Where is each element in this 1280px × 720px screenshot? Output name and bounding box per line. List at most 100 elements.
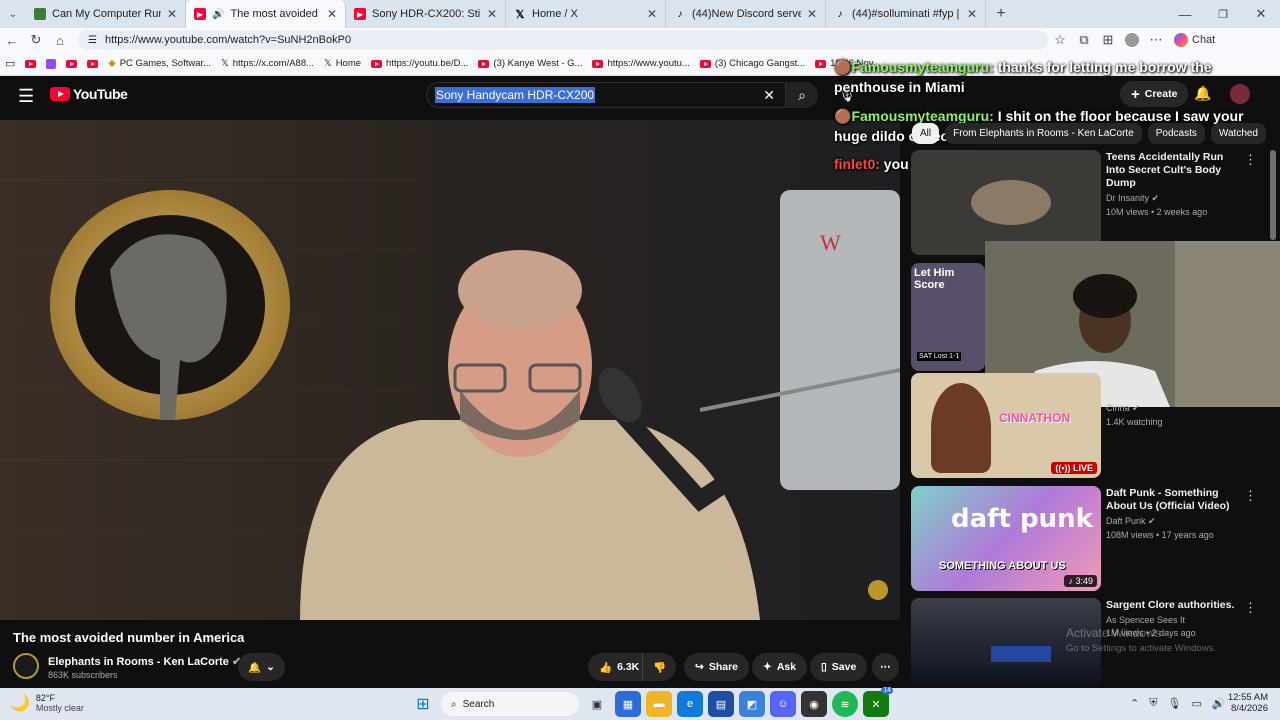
rec-info-2[interactable]: Cinna ✔ 1.4K watching [1106,403,1163,427]
tab-1-active[interactable]: ▶ 🔊 The most avoided number in ✕ [186,0,346,28]
close-tab-icon[interactable]: ✕ [167,7,177,21]
bookmark-yt-2[interactable] [61,59,82,68]
bookmark-6[interactable]: (3) Chicago Gangst... [695,58,810,69]
close-tab-icon[interactable]: ✕ [647,7,657,21]
refresh-icon[interactable]: ↻ [24,28,48,52]
rec-more-icon[interactable]: ⋮ [1244,152,1257,168]
tab-actions-icon[interactable]: ⌄ [0,2,26,26]
restore-icon[interactable]: ❐ [1204,2,1242,26]
file-explorer-icon[interactable]: ▬ [646,691,672,717]
bookmark-label: PC Games, Softwar... [119,58,212,69]
bookmark-menu-icon[interactable]: ▭ [0,57,20,70]
rec-thumbnail-2[interactable]: CINNATHON ((•)) LIVE [911,373,1101,478]
bookmark-twitch[interactable] [41,58,61,69]
close-tab-icon[interactable]: ✕ [487,7,497,21]
discord-icon[interactable]: ☺ [770,691,796,717]
tab-4[interactable]: ♪ (44)New Discord server in bio btw ✕ [666,0,826,28]
clear-search-icon[interactable]: ✕ [763,87,775,104]
share-button[interactable]: ↪ Share [684,653,749,681]
mic-icon[interactable]: 🎙 [1167,697,1181,710]
dislike-button[interactable]: 👎 [642,653,677,681]
xbox-icon[interactable]: ✕ 14 [863,687,893,717]
security-icon[interactable]: ⛨ [1149,697,1157,710]
windows-start-icon[interactable]: ⊞ [410,691,436,717]
search-button[interactable]: ⌕ [786,82,818,108]
app-icon[interactable]: ◉ [801,691,827,717]
chip-from-channel[interactable]: From Elephants in Rooms - Ken LaCorte [945,123,1142,144]
bookmark-0[interactable]: ◆ PC Games, Softwar... [103,58,216,69]
minimize-icon[interactable]: — [1166,2,1204,26]
chip-podcasts[interactable]: Podcasts [1147,123,1205,144]
bookmark-icon: ▯ [821,661,827,673]
url-field[interactable]: ☰ https://www.youtube.com/watch?v=SuNH2n… [78,30,1048,50]
live-badge: ((•)) LIVE [1051,462,1097,474]
site-info-icon[interactable]: ☰ [88,35,97,46]
subscription-bell-button[interactable]: 🔔 ⌄ [238,653,285,681]
profile-avatar[interactable] [1120,28,1144,52]
bookmark-1[interactable]: 𝕏https://x.com/A88... [216,58,319,69]
rec-info-3[interactable]: Daft Punk - Something About Us (Official… [1106,487,1241,540]
display-icon[interactable]: ▭ [1191,697,1201,710]
thumb-overlay: SAT Lost 1-1 [917,352,962,361]
ask-button[interactable]: ✦ Ask [752,653,808,681]
video-player[interactable]: W [0,120,900,620]
more-actions-button[interactable]: ⋯ [872,653,899,681]
bookmark-5[interactable]: https://www.youtu... [587,58,694,69]
edge-icon[interactable]: e [677,691,703,717]
chip-watched[interactable]: Watched [1210,123,1266,144]
verified-icon: ✔ [1151,193,1160,203]
subscriber-count: 863K subscribers [48,670,118,680]
task-view-icon[interactable]: ▣ [584,691,610,717]
speaker-icon[interactable]: 🔊 [212,9,224,20]
rec-thumbnail-0[interactable] [911,150,1101,255]
close-tab-icon[interactable]: ✕ [327,7,337,21]
favorite-star-icon[interactable]: ☆ [1048,28,1072,52]
rec-thumbnail-1[interactable]: Let Him Score SAT Lost 1-1 [911,263,985,371]
youtube-logo[interactable]: YouTube [50,86,128,102]
bookmark-yt-1[interactable] [20,59,41,68]
rec-thumbnail-3[interactable]: daft punk SOMETHING ABOUT US ♪ 3:49 [911,486,1101,591]
bookmark-yt-3[interactable] [82,59,103,68]
bookmark-4[interactable]: (3) Kanye West - G... [473,58,587,69]
more-icon[interactable]: ⋯ [1144,28,1168,52]
share-icon: ↪ [695,661,704,673]
close-window-icon[interactable]: ✕ [1242,2,1280,26]
widgets-icon[interactable]: ▦ [615,691,641,717]
search-input[interactable]: Sony Handycam HDR-CX200 ✕ [426,82,786,108]
spotify-icon[interactable]: ≋ [832,691,858,717]
chip-all[interactable]: All [912,123,940,144]
verified-icon: ✔ [1132,403,1140,413]
like-button[interactable]: 👍 6.3K [588,653,648,681]
tab-2[interactable]: ▶ Sony HDR-CX200: Still the Best Bu ✕ [346,0,506,28]
taskbar-search[interactable]: ⌕ Search [441,692,579,716]
weather-widget[interactable]: 🌙 82°F Mostly clear [10,693,84,713]
tab-0[interactable]: Can My Computer Run these gam ✕ [26,0,186,28]
verified-icon: ✔ [1148,516,1156,526]
bell-icon: 🔔 [248,661,262,674]
close-tab-icon[interactable]: ✕ [967,7,977,21]
menu-icon[interactable]: ☰ [18,86,34,107]
home-icon[interactable]: ⌂ [48,28,72,52]
tab-3[interactable]: 𝕏 Home / X ✕ [506,0,666,28]
new-tab-icon[interactable]: + [986,2,1016,26]
close-tab-icon[interactable]: ✕ [807,7,817,21]
copilot-button[interactable]: Chat [1174,33,1215,47]
save-button[interactable]: ▯ Save [810,653,868,681]
sidebar-scrollbar[interactable] [1270,150,1276,240]
clock[interactable]: 12:55 AM 8/4/2026 [1224,692,1268,714]
chat-username: Famousmyteamguru: [851,108,994,124]
rec-info-0[interactable]: Teens Accidentally Run Into Secret Cult'… [1106,151,1241,217]
bookmark-2[interactable]: 𝕏 Home [319,58,366,69]
tab-5[interactable]: ♪ (44)#solluminati #fyp | schedule 1 ✕ [826,0,986,28]
photos-icon[interactable]: ◩ [739,691,765,717]
rec-more-icon[interactable]: ⋮ [1244,488,1257,504]
store-icon[interactable]: ▤ [708,691,734,717]
rec-more-icon[interactable]: ⋮ [1244,600,1257,616]
bookmark-3[interactable]: https://youtu.be/D... [366,58,473,69]
extensions-icon[interactable]: ⧉ [1072,28,1096,52]
channel-avatar[interactable] [13,653,39,679]
chevron-up-icon[interactable]: ⌃ [1130,697,1139,710]
back-icon[interactable]: ← [0,28,24,52]
channel-info[interactable]: Elephants in Rooms - Ken LaCorte ✔ 863K … [48,655,241,680]
collections-icon[interactable]: ⊞ [1096,28,1120,52]
